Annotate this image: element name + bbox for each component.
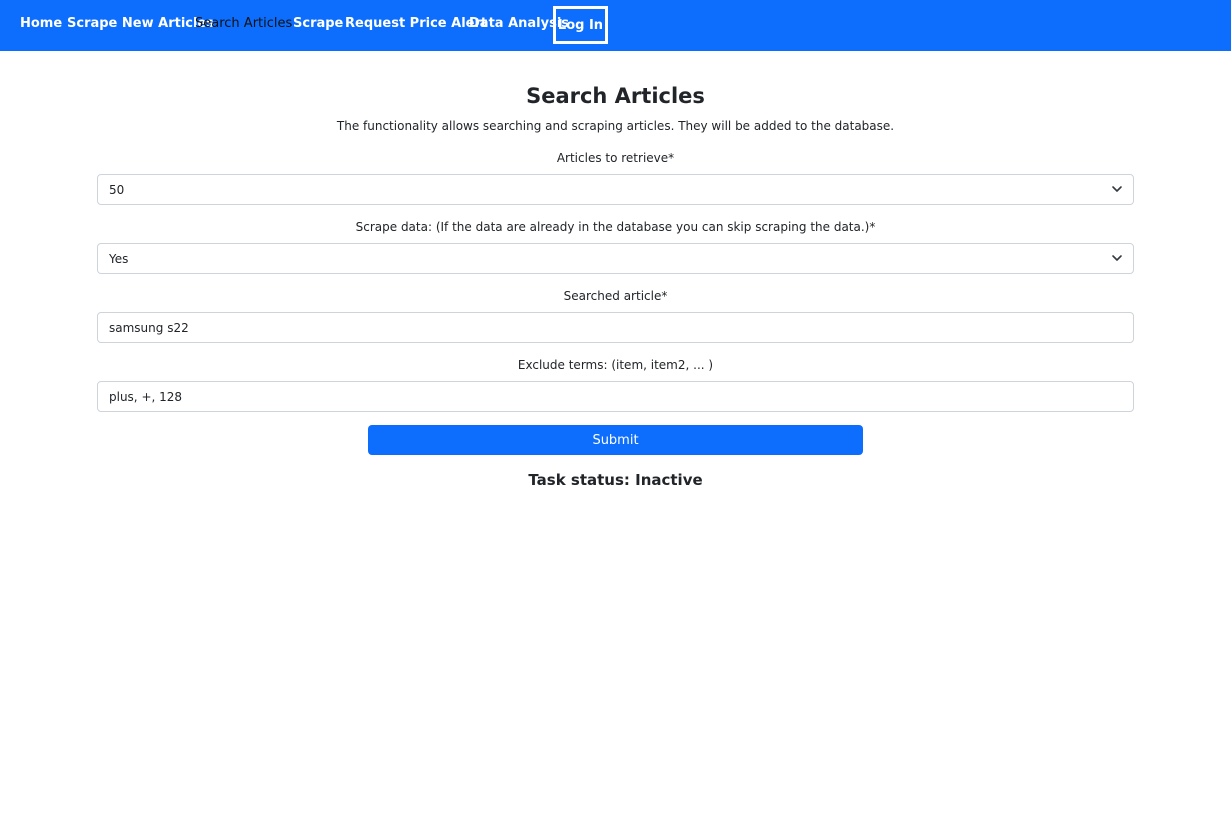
login-button[interactable]: Log In — [553, 6, 608, 44]
searched-article-value: samsung s22 — [109, 320, 189, 335]
task-status: Task status: Inactive — [528, 471, 703, 489]
nav-scrape-link[interactable]: Scrape — [293, 15, 343, 32]
scrape-data-label: Scrape data: (If the data are already in… — [355, 220, 876, 234]
page-title: Search Articles — [526, 84, 705, 108]
submit-button[interactable]: Submit — [368, 425, 863, 455]
exclude-terms-label: Exclude terms: (item, item2, ... ) — [517, 358, 714, 372]
searched-article-label: Searched article* — [563, 289, 668, 303]
articles-to-retrieve-value: 50 — [109, 182, 125, 197]
navbar: Home Scrape New Articles Search Articles… — [0, 0, 1231, 51]
articles-to-retrieve-label: Articles to retrieve* — [556, 151, 675, 165]
nav-scrape-new-articles-link[interactable]: Scrape New Articles — [67, 15, 214, 32]
nav-request-price-alert-link[interactable]: Request Price Alert — [345, 15, 487, 32]
chevron-down-icon — [1112, 255, 1122, 261]
chevron-down-icon — [1112, 186, 1122, 192]
exclude-terms-input[interactable]: plus, +, 128 — [97, 381, 1134, 412]
scrape-data-select[interactable]: Yes — [97, 243, 1134, 274]
articles-to-retrieve-select[interactable]: 50 — [97, 174, 1134, 205]
nav-search-articles-link[interactable]: Search Articles — [195, 15, 292, 32]
page-subtitle: The functionality allows searching and s… — [336, 119, 895, 133]
nav-home-link[interactable]: Home — [20, 15, 62, 32]
searched-article-input[interactable]: samsung s22 — [97, 312, 1134, 343]
scrape-data-value: Yes — [109, 251, 129, 266]
exclude-terms-value: plus, +, 128 — [109, 389, 183, 404]
